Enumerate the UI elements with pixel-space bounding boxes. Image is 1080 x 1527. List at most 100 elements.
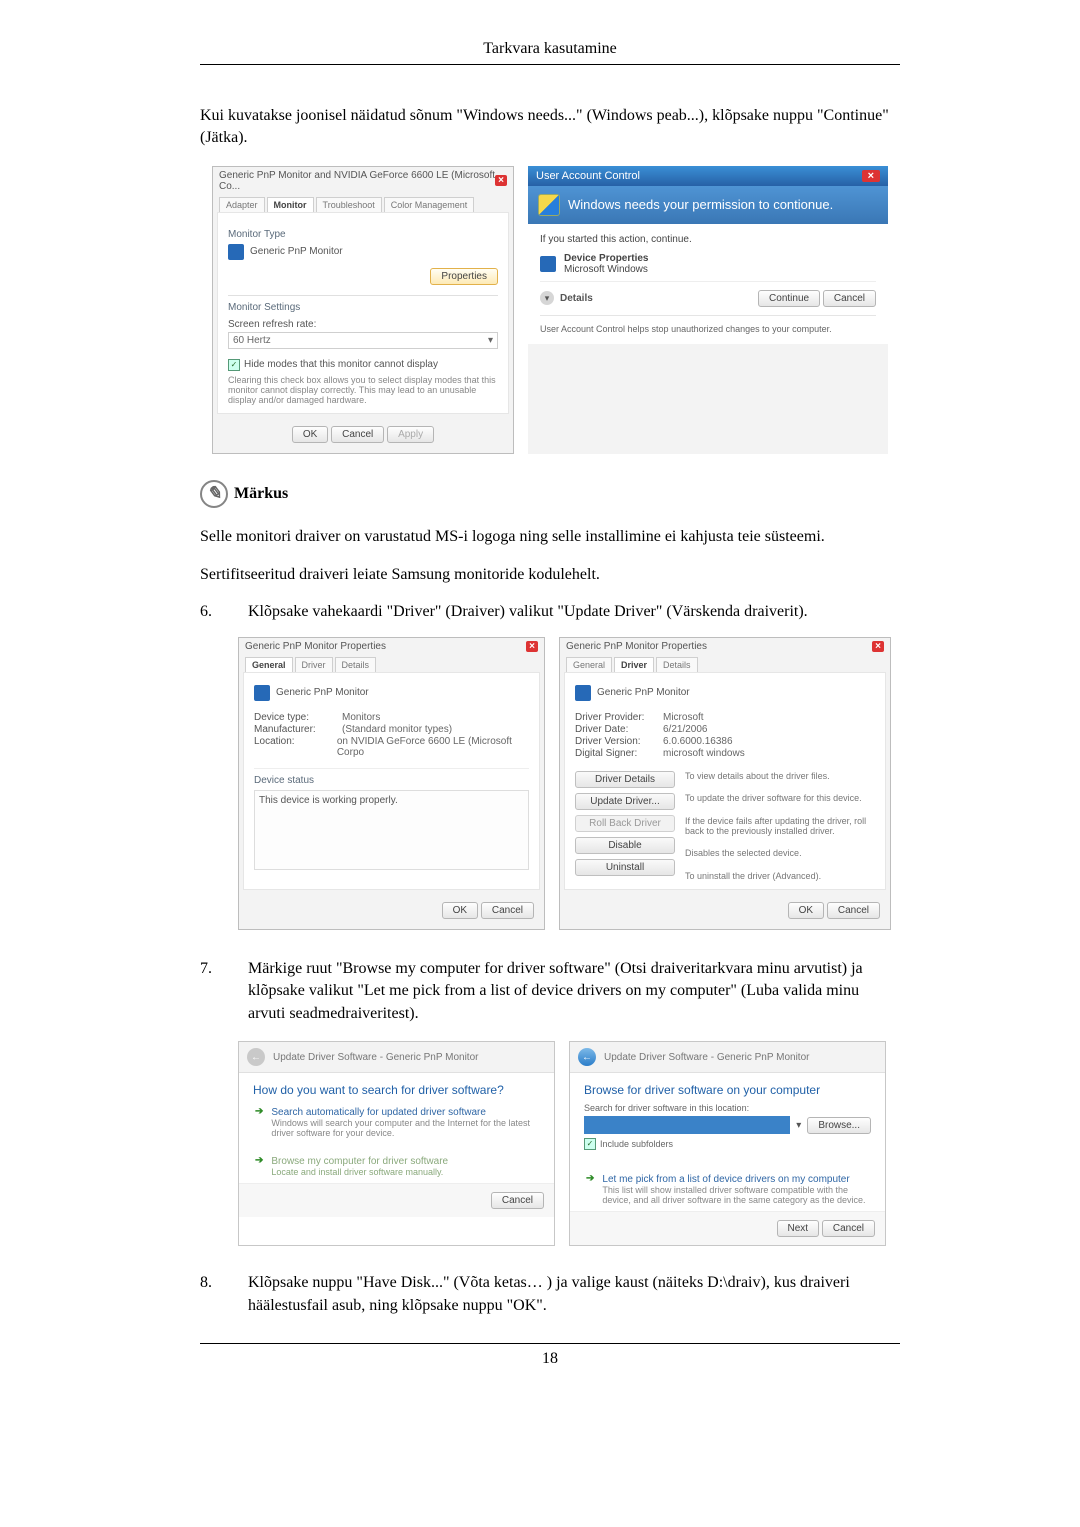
monitor-icon (575, 685, 591, 701)
label: Driver Version: (575, 736, 657, 747)
rollback-driver-button[interactable]: Roll Back Driver (575, 815, 675, 832)
rollback-driver-desc: If the device fails after updating the d… (685, 816, 875, 836)
driver-details-button[interactable]: Driver Details (575, 771, 675, 788)
chevron-down-icon[interactable]: ▾ (540, 291, 554, 305)
uac-dialog: User Account Control × Windows needs you… (528, 166, 888, 454)
ok-button[interactable]: OK (292, 426, 328, 443)
device-status-text: This device is working properly. (254, 790, 529, 870)
tab-details[interactable]: Details (656, 657, 698, 672)
step-text: Märkige ruut "Browse my computer for dri… (248, 958, 900, 1025)
device-name: Generic PnP Monitor (276, 687, 369, 698)
figure-row-1: Generic PnP Monitor and NVIDIA GeForce 6… (212, 166, 900, 454)
step-8: 8. Klõpsake nuppu "Have Disk..." (Võta k… (200, 1272, 900, 1317)
wizard-option-auto-search[interactable]: ➔ Search automatically for updated drive… (239, 1103, 554, 1144)
wizard-breadcrumb: Update Driver Software - Generic PnP Mon… (273, 1052, 478, 1063)
refresh-rate-label: Screen refresh rate: (228, 317, 498, 332)
ok-button[interactable]: OK (442, 902, 478, 919)
disable-desc: Disables the selected device. (685, 848, 875, 858)
next-button[interactable]: Next (777, 1220, 820, 1237)
tab-details[interactable]: Details (335, 657, 377, 672)
uac-footer-note: User Account Control helps stop unauthor… (540, 315, 876, 334)
update-driver-button[interactable]: Update Driver... (575, 793, 675, 810)
include-subfolders-label: Include subfolders (600, 1139, 673, 1149)
chevron-down-icon: ▾ (488, 335, 493, 346)
location-path-input[interactable] (584, 1116, 790, 1134)
browse-button[interactable]: Browse... (807, 1117, 871, 1134)
driver-props-general-dialog: Generic PnP Monitor Properties× General … (238, 637, 545, 930)
step-text: Klõpsake vahekaardi "Driver" (Draiver) v… (248, 601, 900, 623)
page-header: Tarkvara kasutamine (200, 40, 900, 65)
tab-color-management[interactable]: Color Management (384, 197, 475, 212)
step-text: Klõpsake nuppu "Have Disk..." (Võta keta… (248, 1272, 900, 1317)
wizard-breadcrumb: Update Driver Software - Generic PnP Mon… (604, 1052, 809, 1063)
back-icon[interactable]: ← (247, 1048, 265, 1066)
update-driver-wizard-1: ← Update Driver Software - Generic PnP M… (238, 1041, 555, 1246)
hide-modes-checkbox[interactable]: ✓ (228, 359, 240, 371)
option-label: Let me pick from a list of device driver… (602, 1174, 849, 1185)
uac-program-publisher: Microsoft Windows (564, 264, 649, 275)
monitor-icon (254, 685, 270, 701)
chevron-down-icon: ▾ (796, 1120, 801, 1131)
include-subfolders-checkbox[interactable]: ✓ (584, 1138, 596, 1150)
uninstall-button[interactable]: Uninstall (575, 859, 675, 876)
label: Digital Signer: (575, 748, 657, 759)
monitor-properties-dialog: Generic PnP Monitor and NVIDIA GeForce 6… (212, 166, 514, 454)
device-name: Generic PnP Monitor (597, 687, 690, 698)
note-label: Märkus (234, 485, 288, 503)
note-block: ✎ Märkus (200, 480, 900, 508)
location-field-label: Search for driver software in this locat… (584, 1103, 871, 1116)
refresh-rate-value: 60 Hertz (233, 335, 271, 346)
back-icon[interactable]: ← (578, 1048, 596, 1066)
tab-driver[interactable]: Driver (614, 657, 654, 672)
arrow-icon: ➔ (255, 1156, 263, 1166)
label: Device type: (254, 712, 336, 723)
value: microsoft windows (663, 748, 745, 759)
figure-row-2: Generic PnP Monitor Properties× General … (238, 637, 900, 930)
wizard-option-browse[interactable]: ➔ Browse my computer for driver software… (239, 1152, 554, 1183)
cancel-button[interactable]: Cancel (823, 290, 876, 307)
monitor-settings-group: Monitor Settings (228, 295, 498, 313)
tab-general[interactable]: General (245, 657, 293, 672)
uac-instruction: If you started this action, continue. (540, 234, 876, 253)
cancel-button[interactable]: Cancel (481, 902, 534, 919)
ok-button[interactable]: OK (788, 902, 824, 919)
intro-paragraph: Kui kuvatakse joonisel näidatud sõnum "W… (200, 105, 900, 150)
disable-button[interactable]: Disable (575, 837, 675, 854)
cancel-button[interactable]: Cancel (331, 426, 384, 443)
close-icon[interactable]: × (495, 175, 507, 186)
app-icon (540, 256, 556, 272)
tab-monitor[interactable]: Monitor (267, 197, 314, 212)
wizard-option-pick-list[interactable]: ➔ Let me pick from a list of device driv… (570, 1170, 885, 1211)
page-number: 18 (200, 1343, 900, 1368)
properties-button[interactable]: Properties (430, 268, 498, 285)
tab-adapter[interactable]: Adapter (219, 197, 265, 212)
update-driver-desc: To update the driver software for this d… (685, 793, 875, 803)
close-icon[interactable]: × (526, 641, 538, 652)
close-icon[interactable]: × (862, 170, 880, 182)
uac-heading: Windows needs your permission to contion… (568, 197, 833, 212)
cancel-button[interactable]: Cancel (491, 1192, 544, 1209)
monitor-type-group: Monitor Type (228, 229, 498, 240)
value: 6.0.6000.16386 (663, 736, 733, 747)
cancel-button[interactable]: Cancel (827, 902, 880, 919)
uac-details-link[interactable]: Details (560, 293, 593, 304)
apply-button[interactable]: Apply (387, 426, 434, 443)
hide-modes-checkbox-label: Hide modes that this monitor cannot disp… (244, 359, 438, 370)
step-number: 8. (200, 1272, 224, 1317)
continue-button[interactable]: Continue (758, 290, 820, 307)
value: Microsoft (663, 712, 704, 723)
close-icon[interactable]: × (872, 641, 884, 652)
tab-driver[interactable]: Driver (295, 657, 333, 672)
tab-general[interactable]: General (566, 657, 612, 672)
refresh-rate-select[interactable]: 60 Hertz ▾ (228, 332, 498, 349)
tab-troubleshoot[interactable]: Troubleshoot (316, 197, 382, 212)
option-label: Search automatically for updated driver … (271, 1107, 486, 1118)
hide-modes-help: Clearing this check box allows you to se… (228, 371, 498, 405)
note-line-2: Sertifitseeritud draiveri leiate Samsung… (200, 564, 900, 586)
cancel-button[interactable]: Cancel (822, 1220, 875, 1237)
dialog-title: Generic PnP Monitor and NVIDIA GeForce 6… (219, 170, 495, 192)
dialog-title: Generic PnP Monitor Properties (245, 641, 386, 652)
value: on NVIDIA GeForce 6600 LE (Microsoft Cor… (337, 736, 529, 758)
note-icon: ✎ (200, 480, 228, 508)
uninstall-desc: To uninstall the driver (Advanced). (685, 871, 875, 881)
